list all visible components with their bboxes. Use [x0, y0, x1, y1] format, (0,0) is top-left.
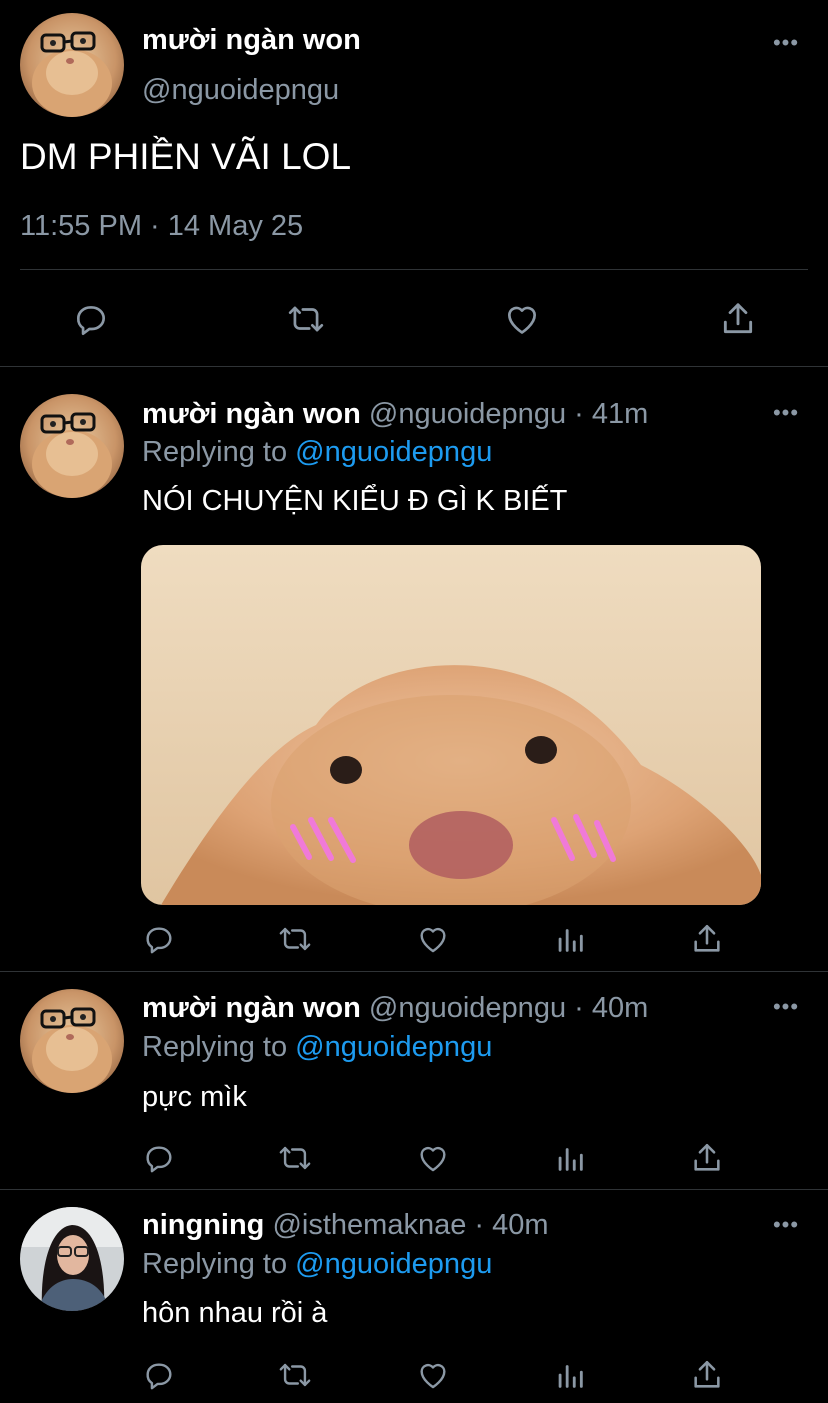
author-handle[interactable]: @nguoidepngu: [142, 74, 339, 107]
tweet-text: hôn nhau rồi à: [142, 1297, 328, 1329]
reply-icon[interactable]: [142, 922, 176, 956]
retweet-icon[interactable]: [276, 922, 314, 956]
analytics-icon[interactable]: [553, 922, 587, 956]
replying-to-label: Replying to: [142, 436, 288, 468]
more-options-icon[interactable]: •••: [771, 402, 801, 428]
author-handle-time[interactable]: @nguoidepngu · 41m: [369, 398, 648, 430]
share-icon[interactable]: [690, 1358, 724, 1392]
tweet-text: pực mìk: [142, 1081, 247, 1113]
author-name[interactable]: mười ngàn won: [142, 992, 361, 1024]
author-handle-time[interactable]: @nguoidepngu · 40m: [369, 992, 648, 1024]
replying-to: Replying to @nguoidepngu: [142, 1031, 492, 1064]
like-icon[interactable]: [415, 1141, 451, 1175]
divider: [0, 366, 828, 367]
author-handle-time[interactable]: @isthemaknae · 40m: [272, 1209, 548, 1241]
hamster-glasses-avatar[interactable]: [20, 394, 124, 498]
like-icon[interactable]: [415, 922, 451, 956]
analytics-icon[interactable]: [553, 1358, 587, 1392]
share-icon[interactable]: [719, 300, 757, 338]
retweet-icon[interactable]: [276, 1141, 314, 1175]
hamster-glasses-avatar[interactable]: [20, 989, 124, 1093]
replying-to-link[interactable]: @nguoidepngu: [295, 1031, 492, 1063]
replying-to-link[interactable]: @nguoidepngu: [295, 1248, 492, 1280]
reply-header: mười ngàn won @nguoidepngu · 41m: [142, 398, 648, 431]
reply-header: ningning @isthemaknae · 40m: [142, 1209, 549, 1242]
reply-icon[interactable]: [142, 1358, 176, 1392]
replying-to-label: Replying to: [142, 1248, 288, 1280]
divider: [20, 269, 808, 270]
divider: [0, 971, 828, 972]
retweet-icon[interactable]: [285, 300, 327, 338]
reply-header: mười ngàn won @nguoidepngu · 40m: [142, 992, 648, 1025]
tweet-text: DM PHIỀN VÃI LOL: [20, 136, 352, 177]
analytics-icon[interactable]: [553, 1141, 587, 1175]
tweet-text: NÓI CHUYỆN KIỂU Đ GÌ K BIẾT: [142, 485, 568, 517]
share-icon[interactable]: [690, 922, 724, 956]
like-icon[interactable]: [502, 300, 542, 338]
tweet-timestamp[interactable]: 11:55 PM · 14 May 25: [20, 210, 303, 243]
more-options-icon[interactable]: •••: [771, 996, 801, 1022]
author-name[interactable]: mười ngàn won: [142, 24, 361, 57]
more-options-icon[interactable]: •••: [771, 1214, 801, 1240]
replying-to: Replying to @nguoidepngu: [142, 436, 492, 469]
author-name[interactable]: mười ngàn won: [142, 398, 361, 430]
reply-icon[interactable]: [142, 1141, 176, 1175]
share-icon[interactable]: [690, 1141, 724, 1175]
retweet-icon[interactable]: [276, 1358, 314, 1392]
reply-icon[interactable]: [72, 300, 110, 338]
divider: [0, 1189, 828, 1190]
person-avatar[interactable]: [20, 1207, 124, 1311]
hamster-blushing-photo[interactable]: [141, 545, 761, 905]
replying-to: Replying to @nguoidepngu: [142, 1248, 492, 1281]
author-name[interactable]: ningning: [142, 1209, 264, 1241]
replying-to-link[interactable]: @nguoidepngu: [295, 436, 492, 468]
hamster-glasses-avatar[interactable]: [20, 13, 124, 117]
more-options-icon[interactable]: •••: [771, 32, 801, 58]
replying-to-label: Replying to: [142, 1031, 288, 1063]
like-icon[interactable]: [415, 1358, 451, 1392]
